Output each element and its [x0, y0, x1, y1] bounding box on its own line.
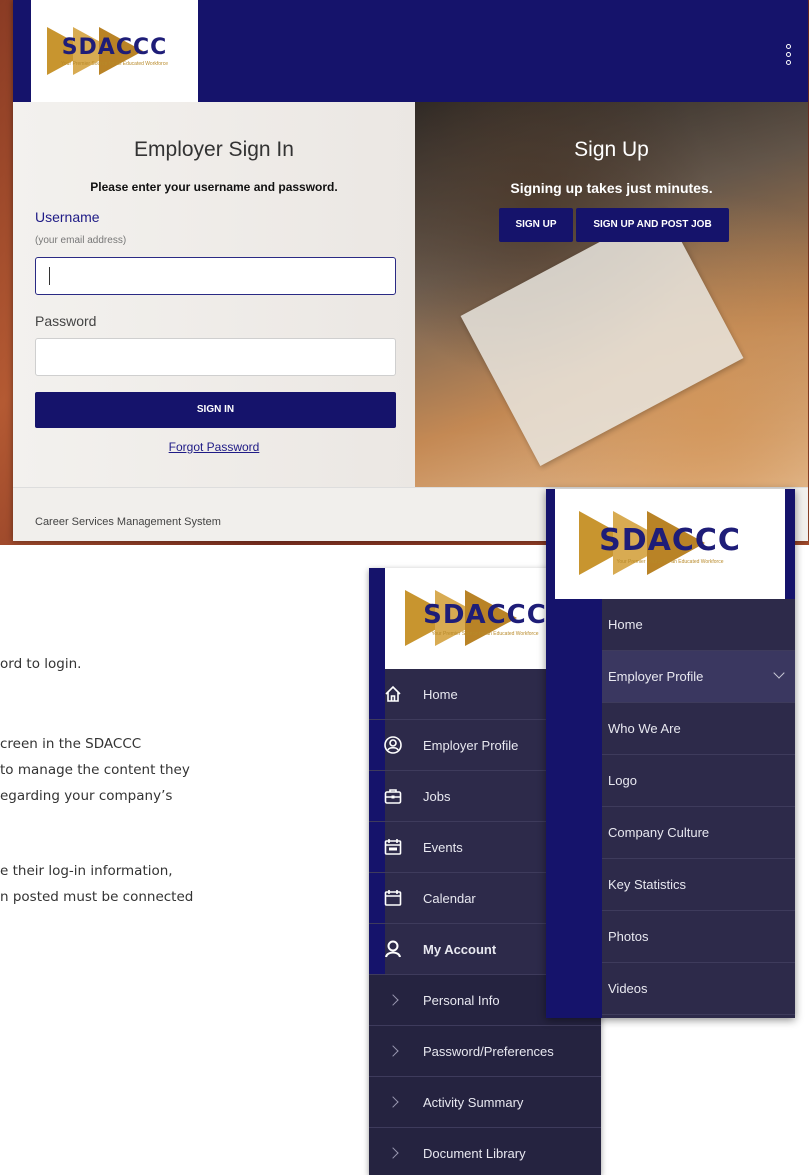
submenu-item-videos[interactable]: Videos: [602, 963, 795, 1015]
kebab-menu-icon[interactable]: [786, 44, 792, 65]
sidebar-subitem-password-preferences[interactable]: Password/Preferences: [369, 1026, 601, 1077]
sidebar-item-label: Events: [423, 839, 463, 855]
submenu-strip: [546, 599, 602, 1018]
doc-line: egarding your company’s: [0, 788, 173, 804]
footer-text: Career Services Management System: [35, 516, 221, 528]
submenu-item-logo[interactable]: Logo: [602, 755, 795, 807]
submenu-item-label: Employer Profile: [608, 669, 704, 684]
logo-tagline: Your Premier Source for an Educated Work…: [616, 559, 724, 565]
submenu-item-company-culture[interactable]: Company Culture: [602, 807, 795, 859]
sidebar-subitem-activity-summary[interactable]: Activity Summary: [369, 1077, 601, 1128]
logo-wordmark: SDACCC: [423, 600, 547, 630]
sidebar-item-label: Jobs: [423, 788, 451, 804]
signup-subtitle: Signing up takes just minutes.: [510, 180, 713, 196]
logo-tagline: Your Premier Source for an Educated Work…: [431, 631, 539, 637]
signin-panel: Employer Sign In Please enter your usern…: [13, 102, 415, 487]
submenu-item-who-we-are[interactable]: Who We Are: [602, 703, 795, 755]
forgot-password-link[interactable]: Forgot Password: [13, 440, 415, 454]
briefcase-icon: [383, 786, 403, 806]
sdaccc-logo: SDACCC Your Premier Source for an Educat…: [579, 511, 741, 575]
sidebar-subitem-document-library[interactable]: Document Library: [369, 1128, 601, 1175]
sdaccc-logo: SDACCC Your Premier Source for an Educat…: [405, 590, 547, 646]
submenu-item-label: Logo: [608, 773, 637, 788]
signup-button[interactable]: SIGN UP: [499, 208, 573, 242]
doc-line: ord to login.: [0, 656, 82, 672]
events-calendar-icon: [383, 837, 403, 857]
chevron-right-icon: [387, 1147, 399, 1159]
sidebar-item-label: Activity Summary: [423, 1094, 524, 1110]
profile-submenu: SDACCC Your Premier Source for an Educat…: [546, 489, 795, 1018]
top-navbar: SDACCC Your Premier Source for an Educat…: [13, 0, 808, 102]
username-label: Username: [35, 209, 100, 225]
sdaccc-logo: SDACCC Your Premier Source for an Educat…: [47, 27, 168, 75]
calendar-icon: [383, 888, 403, 908]
submenu-logo[interactable]: SDACCC Your Premier Source for an Educat…: [555, 489, 785, 599]
submenu-item-label: Key Statistics: [608, 877, 687, 892]
submenu-header: SDACCC Your Premier Source for an Educat…: [546, 489, 795, 599]
sidebar-item-label: Employer Profile: [423, 737, 519, 753]
login-window: SDACCC Your Premier Source for an Educat…: [13, 0, 808, 541]
sidebar-item-label: Calendar: [423, 890, 476, 906]
username-hint: (your email address): [35, 235, 127, 246]
submenu-item-label: Who We Are: [608, 721, 681, 736]
submenu-item-label: Videos: [608, 981, 648, 996]
password-label: Password: [35, 313, 97, 329]
doc-line: to manage the content they: [0, 762, 190, 778]
signup-title: Sign Up: [574, 138, 649, 161]
sidebar-item-label: Document Library: [423, 1145, 526, 1161]
account-icon: [383, 939, 403, 959]
signup-panel: Sign Up Signing up takes just minutes. S…: [415, 102, 808, 487]
chevron-right-icon: [387, 994, 399, 1006]
sidebar-item-label: My Account: [423, 941, 497, 957]
signin-button[interactable]: SIGN IN: [35, 392, 396, 428]
logo-wordmark: SDACCC: [599, 523, 741, 558]
submenu-item-label: Photos: [608, 929, 649, 944]
background-photo-document: [460, 207, 744, 467]
logo-tagline: Your Premier Source for an Educated Work…: [61, 61, 168, 67]
submenu-item-home[interactable]: Home: [602, 599, 795, 651]
home-icon: [383, 684, 403, 704]
sidebar-item-label: Personal Info: [423, 992, 500, 1008]
submenu-item-photos[interactable]: Photos: [602, 911, 795, 963]
submenu-items: Home Employer Profile Who We Are Logo Co…: [602, 599, 795, 1015]
logo-wordmark: SDACCC: [61, 35, 168, 60]
doc-line: e their log-in information,: [0, 863, 173, 879]
submenu-item-key-statistics[interactable]: Key Statistics: [602, 859, 795, 911]
chevron-down-icon: [773, 667, 785, 679]
sidebar-item-label: Home: [423, 686, 458, 702]
signin-subtitle: Please enter your username and password.: [90, 180, 338, 194]
logo[interactable]: SDACCC Your Premier Source for an Educat…: [31, 0, 198, 102]
signup-and-post-job-button[interactable]: SIGN UP AND POST JOB: [576, 208, 729, 242]
username-input[interactable]: [35, 257, 396, 295]
doc-line: n posted must be connected: [0, 889, 194, 905]
submenu-item-label: Home: [608, 617, 643, 632]
sidebar-item-label: Password/Preferences: [423, 1043, 554, 1059]
signin-title: Employer Sign In: [134, 138, 294, 161]
submenu-item-employer-profile[interactable]: Employer Profile: [602, 651, 795, 703]
chevron-right-icon: [387, 1096, 399, 1108]
submenu-item-label: Company Culture: [608, 825, 710, 840]
text-caret: [49, 267, 50, 285]
password-input[interactable]: [35, 338, 396, 376]
doc-line: creen in the SDACCC: [0, 736, 142, 752]
profile-icon: [383, 735, 403, 755]
chevron-right-icon: [387, 1045, 399, 1057]
login-screenshot: SDACCC Your Premier Source for an Educat…: [0, 0, 809, 545]
